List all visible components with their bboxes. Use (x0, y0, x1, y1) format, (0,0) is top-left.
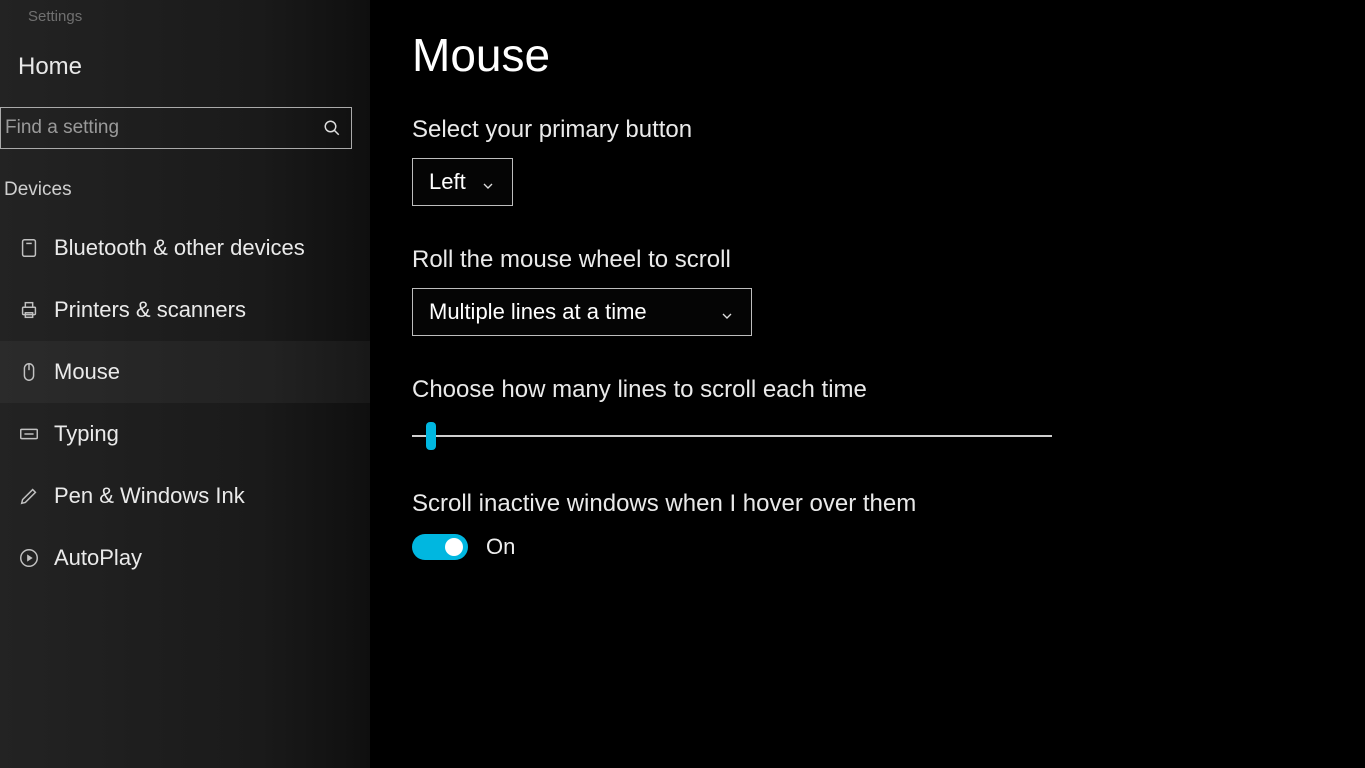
sidebar-item-label: AutoPlay (54, 545, 142, 571)
chevron-down-icon (480, 174, 496, 190)
toggle-state-label: On (486, 534, 515, 560)
sidebar-item-autoplay[interactable]: AutoPlay (0, 527, 370, 589)
keyboard-icon (18, 423, 40, 445)
toggle-knob (445, 538, 463, 556)
search-input[interactable] (1, 117, 323, 139)
setting-label: Scroll inactive windows when I hover ove… (412, 490, 1325, 518)
bluetooth-icon (18, 237, 40, 259)
select-value: Left (429, 169, 466, 195)
toggle-row: On (412, 534, 1325, 560)
settings-window: Settings Home Devices Bluetooth & other … (0, 0, 1365, 768)
lines-slider[interactable] (412, 422, 1052, 450)
main-panel: Mouse Select your primary button Left Ro… (370, 0, 1365, 768)
printer-icon (18, 299, 40, 321)
wheel-scroll-select[interactable]: Multiple lines at a time (412, 288, 752, 336)
primary-button-select[interactable]: Left (412, 158, 513, 206)
setting-label: Choose how many lines to scroll each tim… (412, 376, 1325, 404)
sidebar-item-label: Printers & scanners (54, 297, 246, 323)
setting-inactive-scroll: Scroll inactive windows when I hover ove… (412, 490, 1325, 560)
setting-label: Roll the mouse wheel to scroll (412, 246, 1325, 274)
search-icon (323, 119, 341, 137)
sidebar: Settings Home Devices Bluetooth & other … (0, 0, 370, 768)
home-link[interactable]: Home (0, 35, 370, 99)
chevron-down-icon (719, 304, 735, 320)
sidebar-item-label: Typing (54, 421, 119, 447)
autoplay-icon (18, 547, 40, 569)
sidebar-item-typing[interactable]: Typing (0, 403, 370, 465)
slider-track (412, 435, 1052, 437)
category-header: Devices (0, 169, 370, 211)
setting-wheel-scroll: Roll the mouse wheel to scroll Multiple … (412, 246, 1325, 336)
home-label: Home (18, 53, 82, 80)
sidebar-item-printers[interactable]: Printers & scanners (0, 279, 370, 341)
sidebar-nav: Bluetooth & other devices Printers & sca… (0, 217, 370, 589)
setting-primary-button: Select your primary button Left (412, 116, 1325, 206)
app-title: Settings (0, 8, 370, 35)
sidebar-item-label: Bluetooth & other devices (54, 235, 305, 261)
setting-lines-slider: Choose how many lines to scroll each tim… (412, 376, 1325, 450)
inactive-scroll-toggle[interactable] (412, 534, 468, 560)
sidebar-item-label: Mouse (54, 359, 120, 385)
select-value: Multiple lines at a time (429, 299, 647, 325)
mouse-icon (18, 361, 40, 383)
search-box[interactable] (0, 107, 352, 149)
sidebar-item-pen[interactable]: Pen & Windows Ink (0, 465, 370, 527)
slider-thumb[interactable] (426, 422, 436, 450)
pen-icon (18, 485, 40, 507)
page-title: Mouse (412, 28, 1325, 82)
sidebar-item-bluetooth[interactable]: Bluetooth & other devices (0, 217, 370, 279)
sidebar-item-mouse[interactable]: Mouse (0, 341, 370, 403)
sidebar-item-label: Pen & Windows Ink (54, 483, 245, 509)
setting-label: Select your primary button (412, 116, 1325, 144)
